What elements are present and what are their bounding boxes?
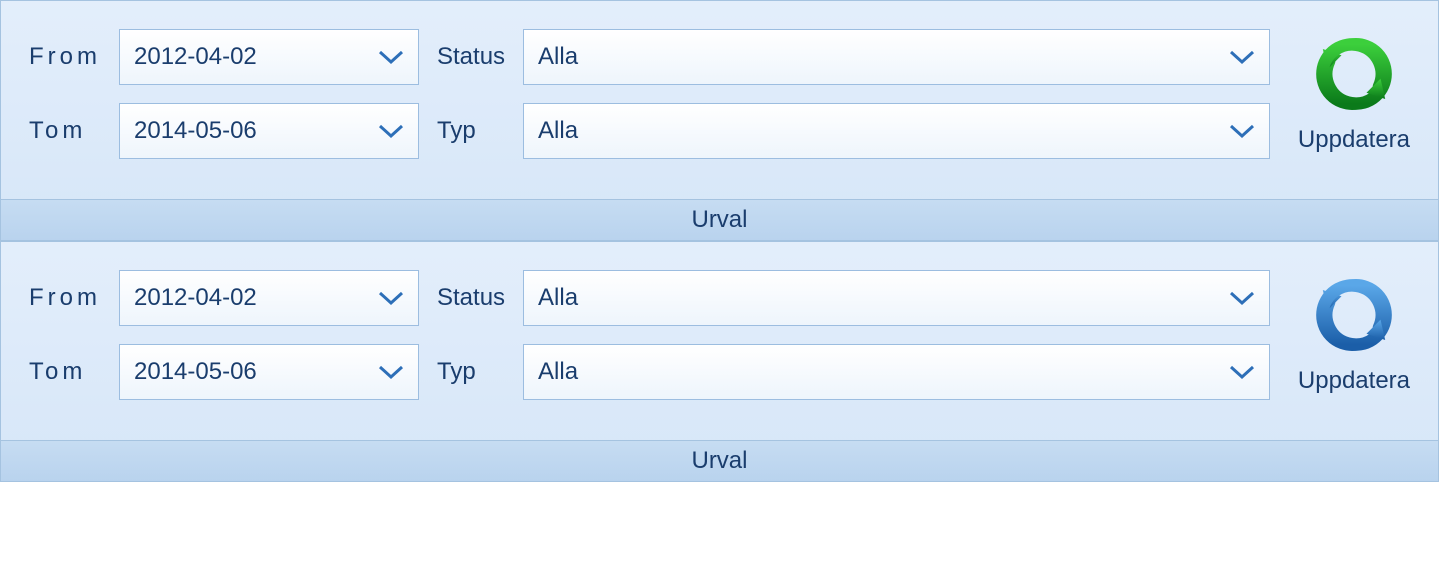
status-dropdown[interactable]: Alla bbox=[523, 270, 1270, 326]
status-value: Alla bbox=[538, 43, 578, 71]
refresh-icon bbox=[1315, 276, 1393, 361]
tom-date-dropdown[interactable]: 2014-05-06 bbox=[119, 344, 419, 400]
tom-date-dropdown[interactable]: 2014-05-06 bbox=[119, 103, 419, 159]
tom-label: Tom bbox=[29, 358, 101, 386]
tom-date-value: 2014-05-06 bbox=[134, 358, 257, 386]
panel-footer: Urval bbox=[1, 440, 1438, 481]
typ-label: Typ bbox=[437, 117, 505, 145]
chevron-down-icon bbox=[1229, 364, 1255, 380]
chevron-down-icon bbox=[378, 290, 404, 306]
refresh-icon bbox=[1315, 35, 1393, 120]
chevron-down-icon bbox=[378, 49, 404, 65]
status-label: Status bbox=[437, 284, 505, 312]
typ-dropdown[interactable]: Alla bbox=[523, 344, 1270, 400]
from-date-dropdown[interactable]: 2012-04-02 bbox=[119, 270, 419, 326]
chevron-down-icon bbox=[378, 364, 404, 380]
typ-value: Alla bbox=[538, 117, 578, 145]
status-label: Status bbox=[437, 43, 505, 71]
chevron-down-icon bbox=[378, 123, 404, 139]
panel-footer: Urval bbox=[1, 199, 1438, 240]
from-date-value: 2012-04-02 bbox=[134, 43, 257, 71]
update-button[interactable]: Uppdatera bbox=[1288, 276, 1410, 395]
status-dropdown[interactable]: Alla bbox=[523, 29, 1270, 85]
tom-label: Tom bbox=[29, 117, 101, 145]
filter-panel: From 2012-04-02 Status Alla Tom 2014-05-… bbox=[0, 0, 1439, 241]
update-label: Uppdatera bbox=[1298, 367, 1410, 395]
from-label: From bbox=[29, 43, 101, 71]
from-date-value: 2012-04-02 bbox=[134, 284, 257, 312]
status-value: Alla bbox=[538, 284, 578, 312]
update-button[interactable]: Uppdatera bbox=[1288, 35, 1410, 154]
chevron-down-icon bbox=[1229, 123, 1255, 139]
filter-panel: From 2012-04-02 Status Alla Tom 2014-05-… bbox=[0, 241, 1439, 482]
chevron-down-icon bbox=[1229, 290, 1255, 306]
typ-label: Typ bbox=[437, 358, 505, 386]
from-label: From bbox=[29, 284, 101, 312]
update-label: Uppdatera bbox=[1298, 126, 1410, 154]
tom-date-value: 2014-05-06 bbox=[134, 117, 257, 145]
typ-dropdown[interactable]: Alla bbox=[523, 103, 1270, 159]
from-date-dropdown[interactable]: 2012-04-02 bbox=[119, 29, 419, 85]
filter-row-group: From 2012-04-02 Status Alla Tom 2014-05-… bbox=[1, 1, 1438, 199]
typ-value: Alla bbox=[538, 358, 578, 386]
filter-row-group: From 2012-04-02 Status Alla Tom 2014-05-… bbox=[1, 242, 1438, 440]
chevron-down-icon bbox=[1229, 49, 1255, 65]
